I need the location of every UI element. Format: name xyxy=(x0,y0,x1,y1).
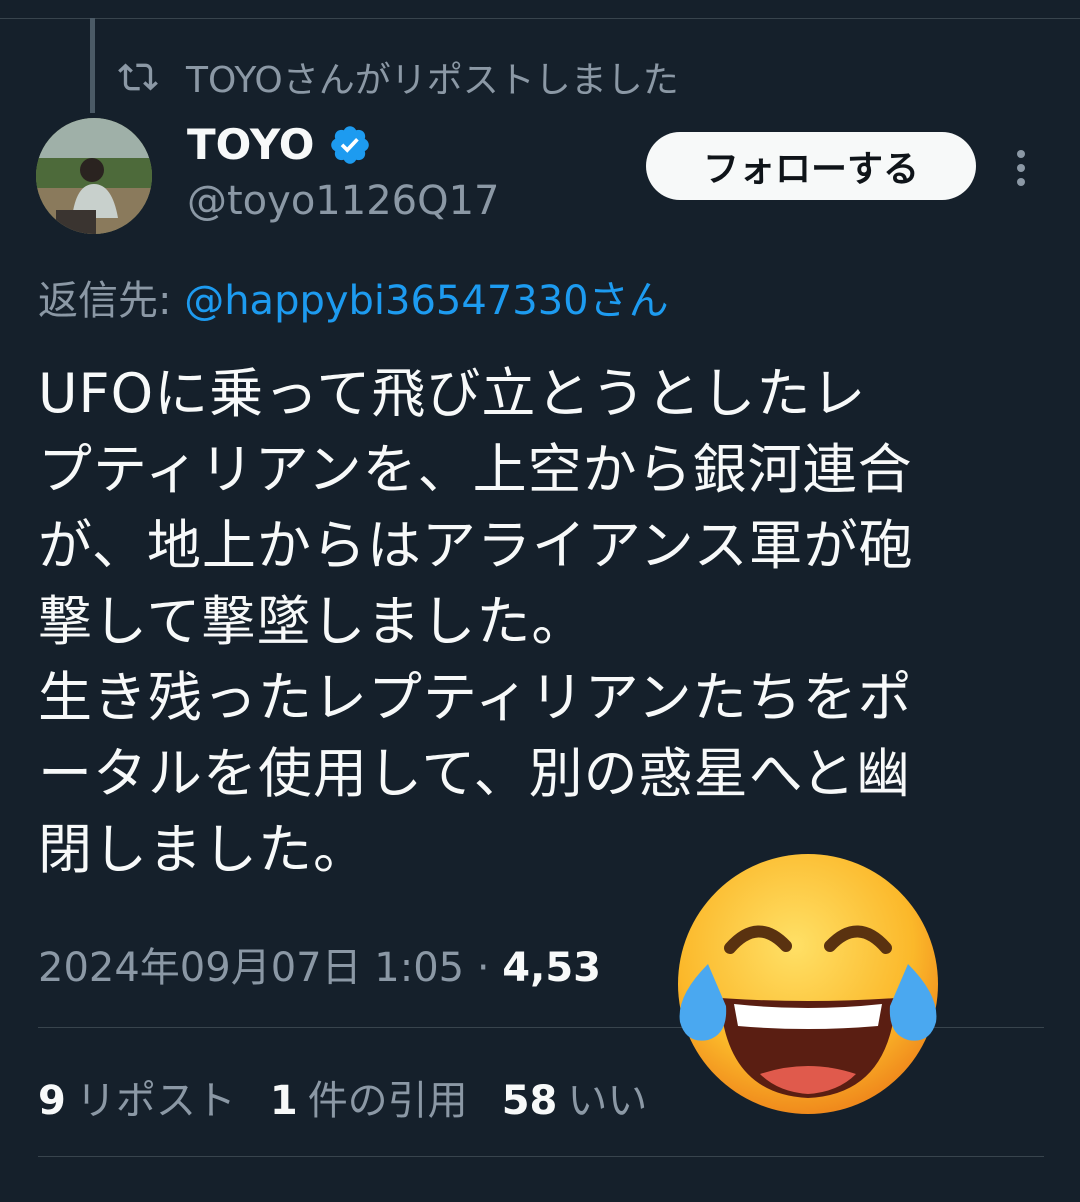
verified-badge-icon xyxy=(331,125,370,164)
likes-count: 58 xyxy=(501,1078,558,1124)
avatar[interactable] xyxy=(36,118,152,234)
likes-stat[interactable]: 58 いい xyxy=(502,1068,648,1126)
reply-to-line: 返信先: @happybi36547330さん xyxy=(38,268,669,326)
reply-to-prefix: 返信先: xyxy=(38,278,185,324)
author-handle[interactable]: @toyo1126Q17 xyxy=(187,178,499,224)
reposts-count: 9 xyxy=(38,1078,66,1124)
repost-banner-text: TOYOさんがリポストしました xyxy=(186,60,679,101)
more-vertical-icon[interactable] xyxy=(1006,146,1036,190)
repost-banner[interactable]: TOYOさんがリポストしました xyxy=(118,52,679,102)
author-name-row: TOYO xyxy=(187,120,372,169)
meta-separator: · xyxy=(464,945,503,991)
reposts-stat[interactable]: 9 リポスト xyxy=(38,1068,236,1126)
tweet-timestamp[interactable]: 2024年09月07日 1:05 xyxy=(38,945,464,991)
reply-mention-link[interactable]: @happybi36547330さん xyxy=(184,278,668,324)
reposts-label: リポスト xyxy=(75,1078,236,1124)
quotes-count: 1 xyxy=(269,1078,298,1124)
thread-connector-line xyxy=(90,18,95,113)
top-divider xyxy=(0,18,1080,19)
quotes-stat[interactable]: 1 件の引用 xyxy=(270,1068,468,1126)
tweet-meta: 2024年09月07日 1:05 · 4,53 xyxy=(38,935,601,993)
stats-divider xyxy=(38,1156,1044,1157)
tweet-text: UFOに乗って飛び立とうとしたレ プティリアンを、上空から銀河連合 が、地上から… xyxy=(38,362,914,881)
avatar-photo xyxy=(36,118,152,234)
view-count: 4,53 xyxy=(502,945,601,991)
face-with-tears-of-joy-icon xyxy=(678,854,938,1114)
likes-label: いい xyxy=(567,1078,648,1124)
author-name[interactable]: TOYO xyxy=(187,120,314,169)
quotes-label: 件の引用 xyxy=(307,1078,468,1124)
engagement-stats: 9 リポスト 1 件の引用 58 いい xyxy=(38,1068,647,1126)
follow-button[interactable]: フォローする xyxy=(646,132,976,200)
repost-icon xyxy=(118,63,158,91)
